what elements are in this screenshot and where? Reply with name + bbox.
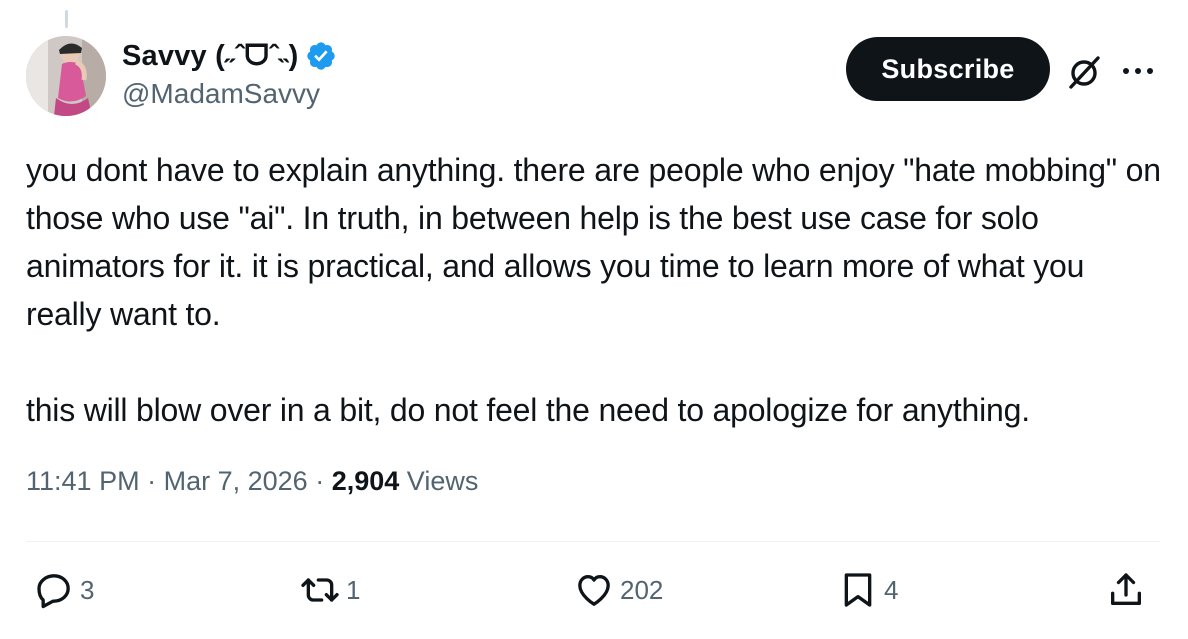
avatar[interactable] — [26, 36, 106, 116]
meta-separator: · — [315, 466, 332, 496]
like-count: 202 — [620, 574, 664, 605]
bookmark-button[interactable]: 4 — [838, 566, 898, 614]
divider — [26, 541, 1160, 542]
tweet-meta: 11:41 PM · Mar 7, 2026 · 2,904 Views — [26, 466, 478, 497]
repost-count: 1 — [346, 574, 361, 605]
like-button[interactable]: 202 — [574, 566, 663, 614]
verified-badge-icon[interactable] — [305, 40, 337, 72]
repost-icon — [301, 578, 339, 602]
thread-connector-line — [65, 10, 68, 28]
views-label: Views — [406, 466, 479, 496]
subscribe-button[interactable]: Subscribe — [846, 37, 1050, 101]
bookmark-icon — [844, 573, 872, 607]
author-display-name[interactable]: Savvy (˶ˆᗜˆ˵) — [122, 40, 299, 73]
tweet-time[interactable]: 11:41 PM — [26, 466, 140, 496]
like-icon — [578, 575, 610, 606]
avatar-image — [26, 36, 106, 116]
reply-button[interactable]: 3 — [34, 566, 94, 614]
share-icon — [1111, 573, 1141, 605]
bookmark-count: 4 — [884, 574, 899, 605]
tweet-date[interactable]: Mar 7, 2026 — [164, 466, 308, 496]
tweet-text: you dont have to explain anything. there… — [26, 152, 1161, 428]
repost-button[interactable]: 1 — [300, 566, 360, 614]
views-count: 2,904 — [331, 466, 400, 496]
reply-icon — [37, 574, 70, 609]
share-button[interactable] — [1106, 566, 1146, 614]
author-handle[interactable]: @MadamSavvy — [122, 78, 337, 110]
more-icon[interactable] — [1118, 56, 1158, 86]
author-info[interactable]: Savvy (˶ˆᗜˆ˵) @MadamSavvy — [122, 38, 337, 110]
meta-separator: · — [147, 466, 164, 496]
reply-count: 3 — [80, 574, 95, 605]
grok-icon[interactable] — [1064, 52, 1104, 92]
